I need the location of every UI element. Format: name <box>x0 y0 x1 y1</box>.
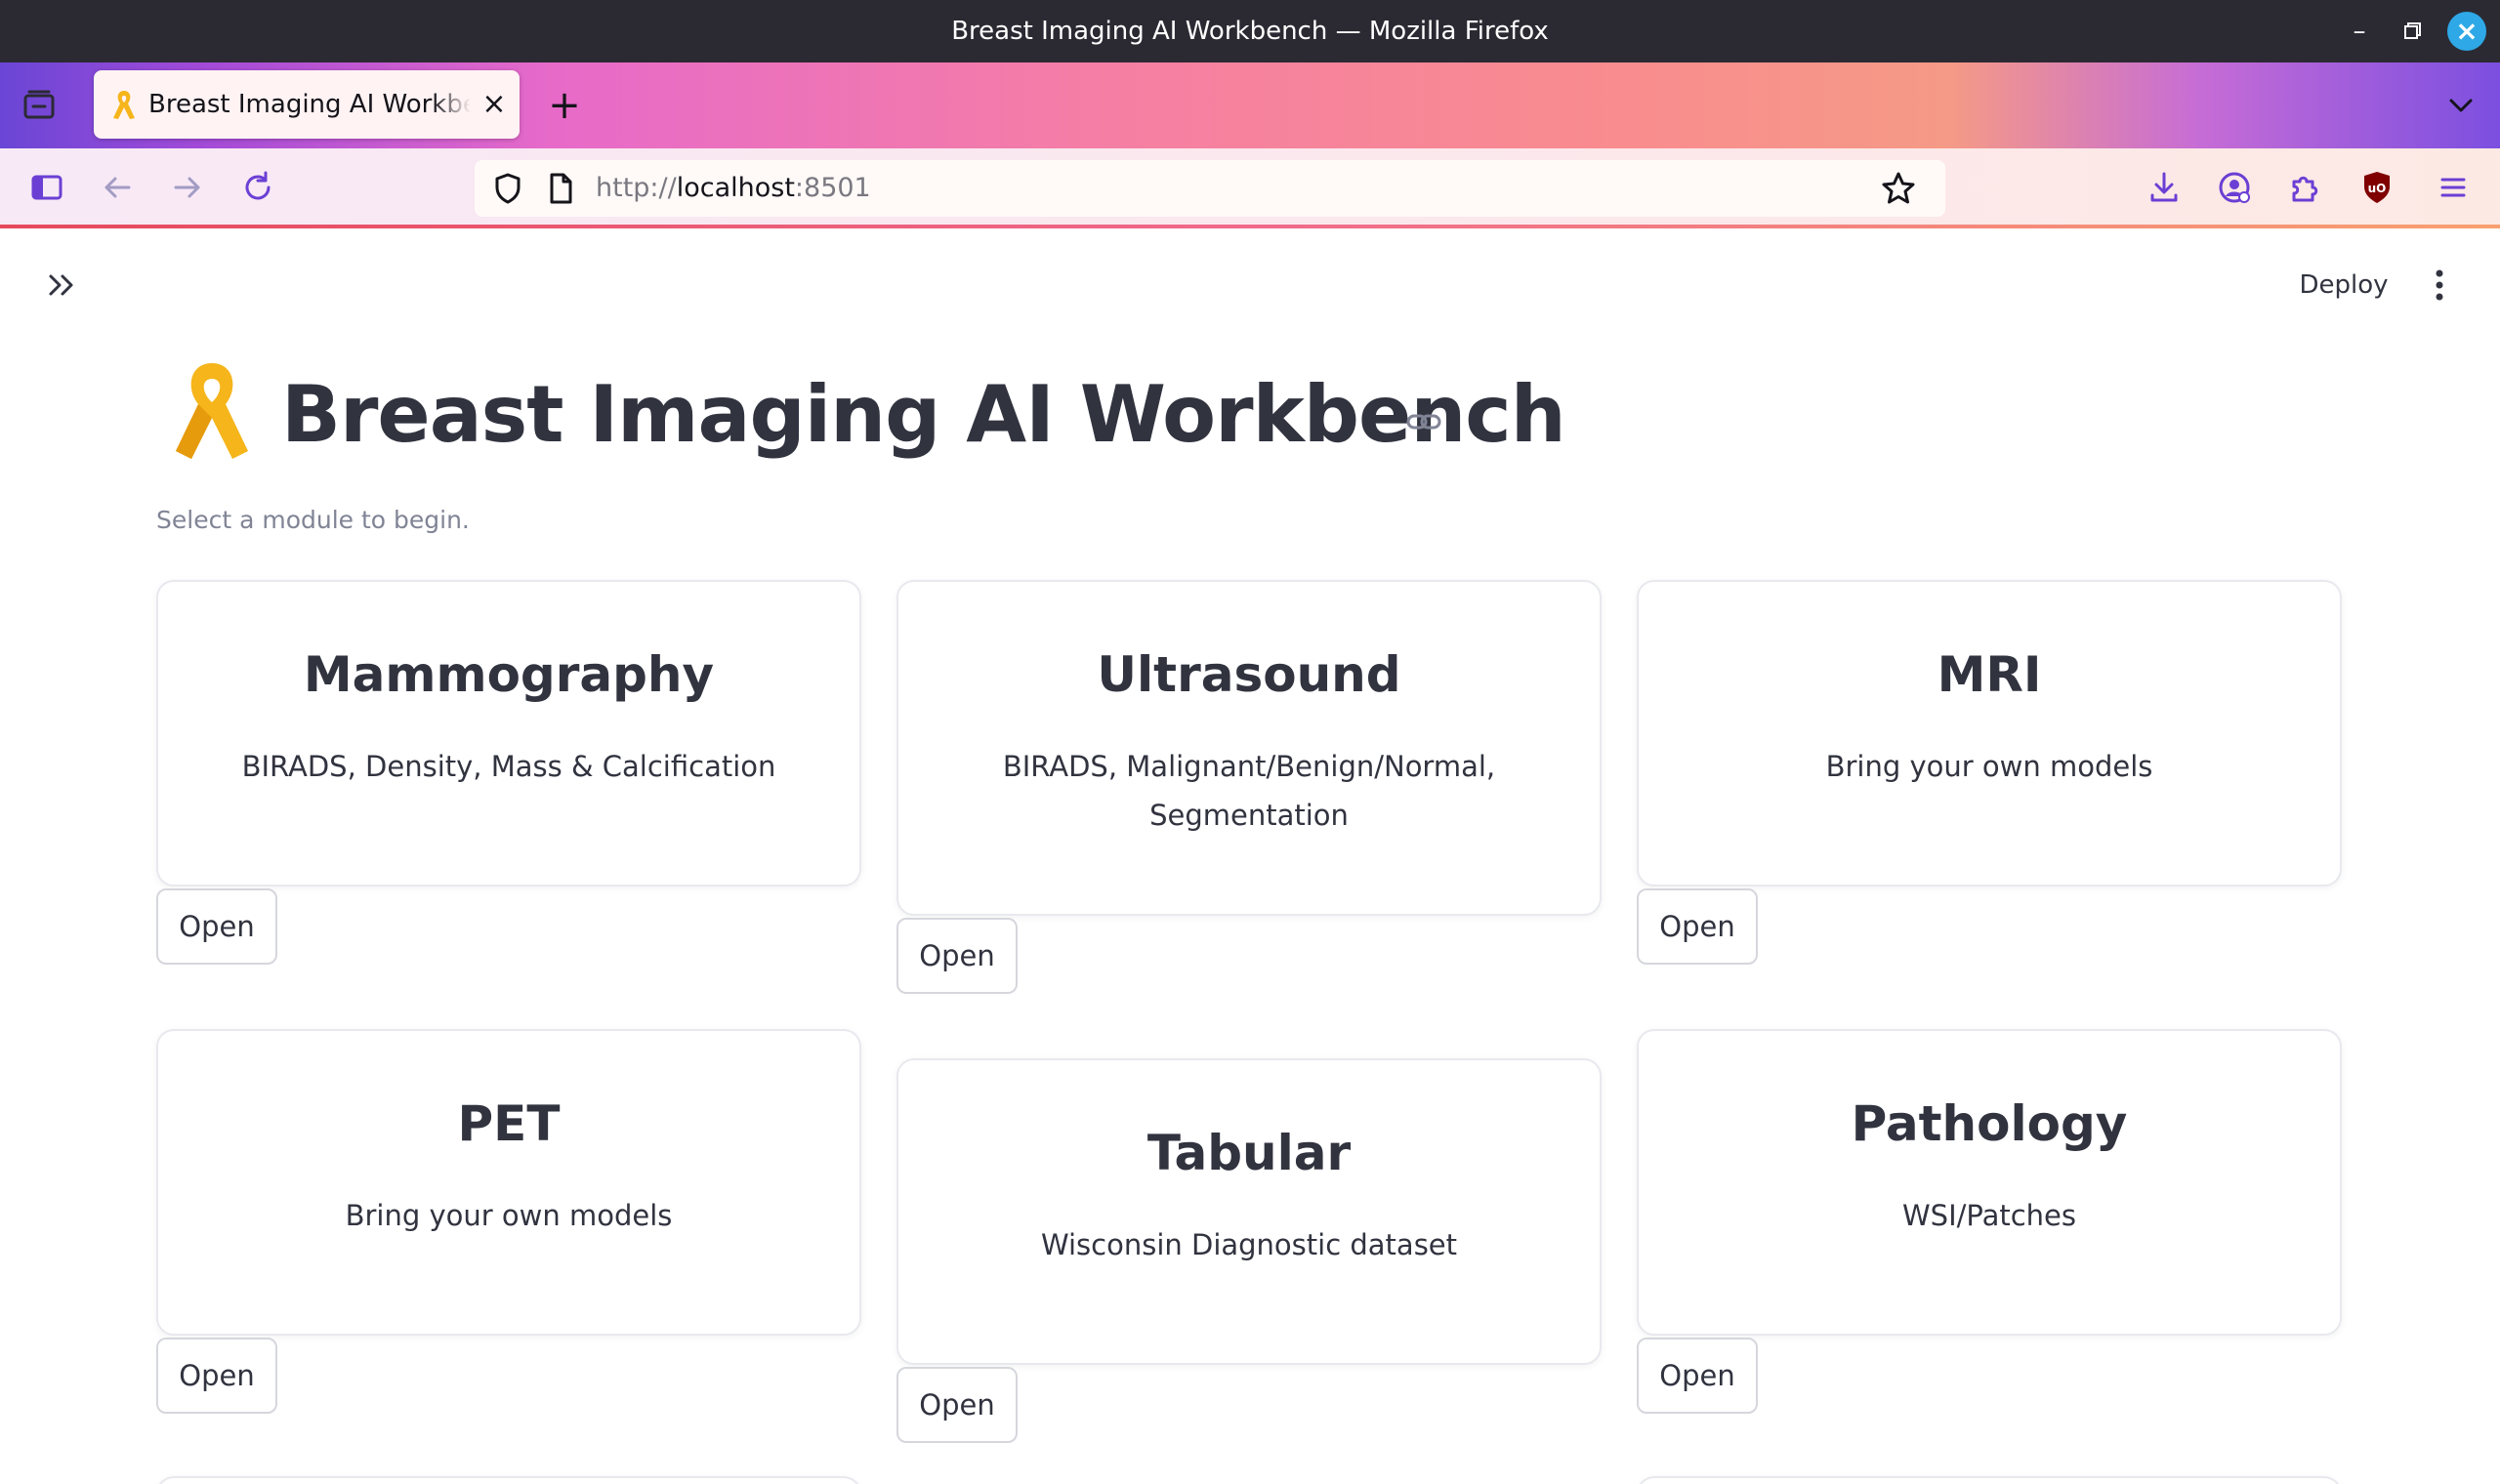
module-description: BIRADS, Density, Mass & Calcification <box>241 750 776 783</box>
module-card-pathology: Pathology WSI/Patches <box>1637 1029 2342 1336</box>
module-title: PET <box>457 1095 561 1152</box>
tab-list-icon[interactable] <box>2441 86 2480 125</box>
open-tabular-button[interactable]: Open <box>896 1367 1018 1443</box>
close-window-icon[interactable]: × <box>2447 12 2486 51</box>
module-description: WSI/Patches <box>1901 1199 2076 1232</box>
anchor-link-icon[interactable] <box>1404 406 1443 437</box>
back-icon[interactable] <box>98 168 137 207</box>
forward-icon[interactable] <box>168 168 207 207</box>
reload-icon[interactable] <box>238 168 277 207</box>
open-pet-button[interactable]: Open <box>156 1338 277 1414</box>
deploy-button[interactable]: Deploy <box>2285 264 2402 307</box>
module-card-pet: PET Bring your own models <box>156 1029 861 1336</box>
tab-manager-icon[interactable] <box>20 86 59 125</box>
module-title: Tabular <box>1146 1125 1352 1181</box>
minimize-icon[interactable]: – <box>2340 12 2379 51</box>
ribbon-icon <box>166 357 258 465</box>
main-menu-icon[interactable] <box>2420 264 2459 307</box>
module-title: Mammography <box>303 646 715 703</box>
module-description: Bring your own models <box>345 1199 673 1232</box>
ribbon-icon <box>109 88 139 121</box>
module-card-mammography: Mammography BIRADS, Density, Mass & Calc… <box>156 580 861 886</box>
open-ultrasound-button[interactable]: Open <box>896 918 1018 994</box>
ublock-icon[interactable]: uO <box>2357 168 2396 207</box>
maximize-icon[interactable] <box>2393 12 2432 51</box>
navigation-bar: http://localhost:8501 uO <box>0 148 2500 228</box>
url-text[interactable]: http://localhost:8501 <box>596 160 871 217</box>
module-card-tabular: Tabular Wisconsin Diagnostic dataset <box>896 1058 1602 1365</box>
expand-sidebar-icon[interactable] <box>43 266 82 305</box>
bookmark-star-icon[interactable] <box>1879 169 1918 208</box>
downloads-icon[interactable] <box>2145 168 2184 207</box>
menu-icon[interactable] <box>2434 168 2473 207</box>
module-card-partial <box>156 1476 861 1484</box>
window-titlebar: Breast Imaging AI Workbench — Mozilla Fi… <box>0 0 2500 62</box>
module-card-mri: MRI Bring your own models <box>1637 580 2342 886</box>
url-bar[interactable]: http://localhost:8501 <box>475 160 1945 217</box>
active-tab[interactable]: Breast Imaging AI Workbench × <box>94 70 520 139</box>
module-card-ultrasound: Ultrasound BIRADS, Malignant/Benign/Norm… <box>896 580 1602 916</box>
svg-text:uO: uO <box>2368 182 2387 195</box>
window-title: Breast Imaging AI Workbench — Mozilla Fi… <box>951 17 1549 46</box>
module-description: BIRADS, Malignant/Benign/Normal, Segment… <box>1002 750 1496 832</box>
module-title: Pathology <box>1851 1095 2128 1152</box>
module-title: Ultrasound <box>1097 646 1401 703</box>
account-icon[interactable] <box>2215 168 2254 207</box>
close-tab-icon[interactable]: × <box>479 88 510 121</box>
tab-strip: Breast Imaging AI Workbench × + <box>0 62 2500 148</box>
page-icon[interactable] <box>541 169 580 208</box>
page-load-accent-line <box>0 225 2500 228</box>
page-subtitle: Select a module to begin. <box>156 506 470 534</box>
open-pathology-button[interactable]: Open <box>1637 1338 1758 1414</box>
open-mammography-button[interactable]: Open <box>156 888 277 965</box>
module-description: Wisconsin Diagnostic dataset <box>1040 1228 1458 1261</box>
module-title: MRI <box>1937 646 2042 703</box>
new-tab-icon[interactable]: + <box>545 84 584 127</box>
page-title: Breast Imaging AI Workbench <box>281 369 1566 460</box>
sidebar-icon[interactable] <box>27 168 66 207</box>
shield-icon[interactable] <box>488 169 527 208</box>
module-card-partial <box>1637 1476 2342 1484</box>
open-mri-button[interactable]: Open <box>1637 888 1758 965</box>
tab-label: Breast Imaging AI Workbench <box>148 90 471 119</box>
extensions-icon[interactable] <box>2285 168 2324 207</box>
module-description: Bring your own models <box>1825 750 2153 783</box>
